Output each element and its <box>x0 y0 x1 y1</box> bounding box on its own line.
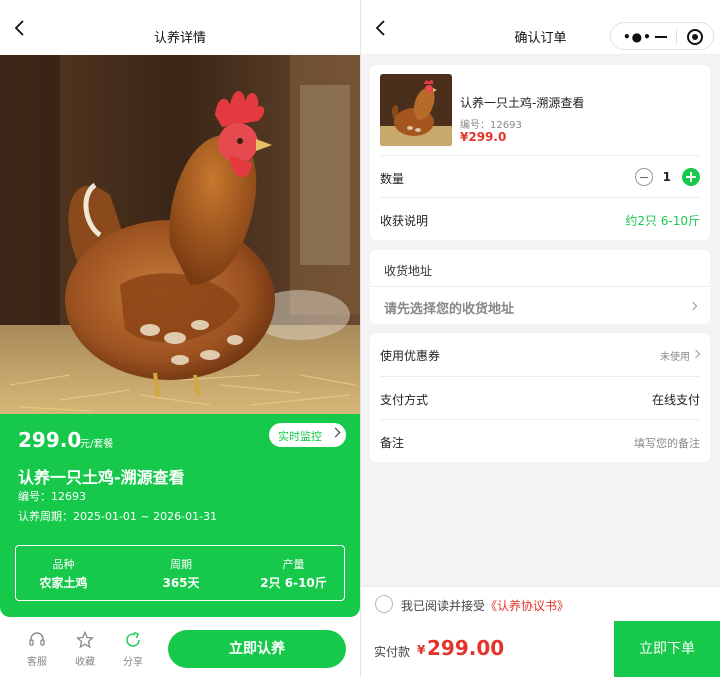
coupon-row[interactable]: 使用优惠券 未使用 <box>380 333 701 375</box>
product-price: 299.0 <box>18 428 82 452</box>
share-icon <box>126 631 140 647</box>
nav-bar: 确认订单 •●• <box>361 0 720 55</box>
confirm-order-page: 确认订单 •●• 认养一只土鸡-溯源查看 编号：12693 ¥299.0 数量 … <box>361 0 720 677</box>
product-title: 认养一只土鸡-溯源查看 <box>18 468 185 487</box>
product-thumbnail <box>380 74 452 146</box>
spec-value: 农家土鸡 <box>39 576 88 590</box>
live-monitor-label: 实时监控 <box>278 430 322 443</box>
address-placeholder: 请先选择您的收货地址 <box>384 302 515 317</box>
total-label: 实付款 <box>374 645 411 659</box>
place-order-button[interactable]: 立即下单 <box>614 621 720 677</box>
product-code: 编号：12693 <box>18 490 86 503</box>
more-dots-icon[interactable]: •●• <box>623 30 652 44</box>
spec-box: 品种 农家土鸡 周期 365天 产量 2只 6-10斤 <box>15 545 345 601</box>
coupon-label: 使用优惠券 <box>380 349 441 363</box>
order-product-price: ¥299.0 <box>460 130 507 144</box>
product-hero-image <box>0 55 360 417</box>
price-unit: 元/套餐 <box>80 439 114 450</box>
address-header: 收货地址 <box>384 264 433 278</box>
remark-row: 备注 填写您的备注 <box>380 419 700 461</box>
nav-bar: 认养详情 <box>0 0 360 55</box>
payment-label: 支付方式 <box>380 393 429 407</box>
service-label: 客服 <box>27 657 47 668</box>
order-item-card: 认养一只土鸡-溯源查看 编号：12693 ¥299.0 数量 1 收获说明 约2… <box>370 65 710 240</box>
agreement-checkbox[interactable] <box>375 595 393 613</box>
page-title: 认养详情 <box>153 31 206 46</box>
quantity-value: 1 <box>662 170 671 184</box>
agreement-bar: 我已阅读并接受《认养协议书》 <box>361 586 720 621</box>
coupon-value: 未使用 <box>660 352 690 363</box>
harvest-label: 收获说明 <box>380 214 429 228</box>
agreement-link[interactable]: 《认养协议书》 <box>485 599 569 613</box>
favorite-label: 收藏 <box>75 657 95 668</box>
bottom-action-bar: 客服 收藏 分享 立即认养 <box>0 617 360 677</box>
chevron-right-icon <box>330 427 341 438</box>
quantity-row: 数量 1 <box>380 155 700 197</box>
order-product-name: 认养一只土鸡-溯源查看 <box>460 96 585 110</box>
star-icon <box>76 631 94 649</box>
adoption-period: 认养周期：2025-01-01 ~ 2026-01-31 <box>18 510 218 523</box>
spec-value: 365天 <box>162 576 200 590</box>
remark-label: 备注 <box>380 436 405 450</box>
adopt-now-button[interactable]: 立即认养 <box>168 630 346 668</box>
spec-value: 2只 6-10斤 <box>260 576 327 590</box>
adoption-detail-page: 认养详情 299.0 元/套餐 实时监控 认养一只土鸡-溯源查看 编号：1269… <box>0 0 360 677</box>
total-amount: 299.00 <box>427 636 505 660</box>
live-monitor-button[interactable]: 实时监控 <box>269 423 346 447</box>
chevron-right-icon <box>691 349 701 359</box>
spec-label: 产量 <box>282 558 305 571</box>
payment-bar: 实付款 ¥ 299.00 立即下单 <box>361 621 720 677</box>
spec-label: 品种 <box>52 558 75 571</box>
chevron-right-icon <box>688 301 698 311</box>
quantity-increase-button[interactable] <box>682 168 700 186</box>
service-button[interactable]: 客服 <box>18 631 56 668</box>
payment-method-row[interactable]: 支付方式 在线支付 <box>380 376 700 418</box>
select-address-row[interactable]: 请先选择您的收货地址 <box>370 286 710 324</box>
product-info-card: 299.0 元/套餐 实时监控 认养一只土鸡-溯源查看 编号：12693 认养周… <box>0 414 360 617</box>
share-label: 分享 <box>123 657 143 668</box>
capsule-separator <box>676 29 677 44</box>
harvest-row: 收获说明 约2只 6-10斤 <box>380 197 700 239</box>
close-target-icon[interactable] <box>687 29 703 45</box>
order-product-code: 编号：12693 <box>460 120 522 131</box>
agreement-text: 我已阅读并接受《认养协议书》 <box>401 597 569 614</box>
spec-label: 周期 <box>170 558 192 571</box>
payment-value: 在线支付 <box>651 393 700 407</box>
headset-icon <box>29 632 45 646</box>
favorite-button[interactable]: 收藏 <box>66 631 104 668</box>
harvest-value: 约2只 6-10斤 <box>625 214 700 228</box>
quantity-label: 数量 <box>380 172 405 186</box>
agreement-prefix: 我已阅读并接受 <box>401 599 486 613</box>
remark-input[interactable]: 填写您的备注 <box>634 435 700 451</box>
address-card: 收货地址 请先选择您的收货地址 <box>370 250 710 324</box>
quantity-decrease-button[interactable] <box>635 168 653 186</box>
minimize-icon[interactable] <box>655 36 667 38</box>
share-button[interactable]: 分享 <box>114 631 152 668</box>
total-currency: ¥ <box>417 643 426 657</box>
order-options-card: 使用优惠券 未使用 支付方式 在线支付 备注 填写您的备注 <box>370 333 710 462</box>
mini-program-capsule: •●• <box>610 22 714 50</box>
